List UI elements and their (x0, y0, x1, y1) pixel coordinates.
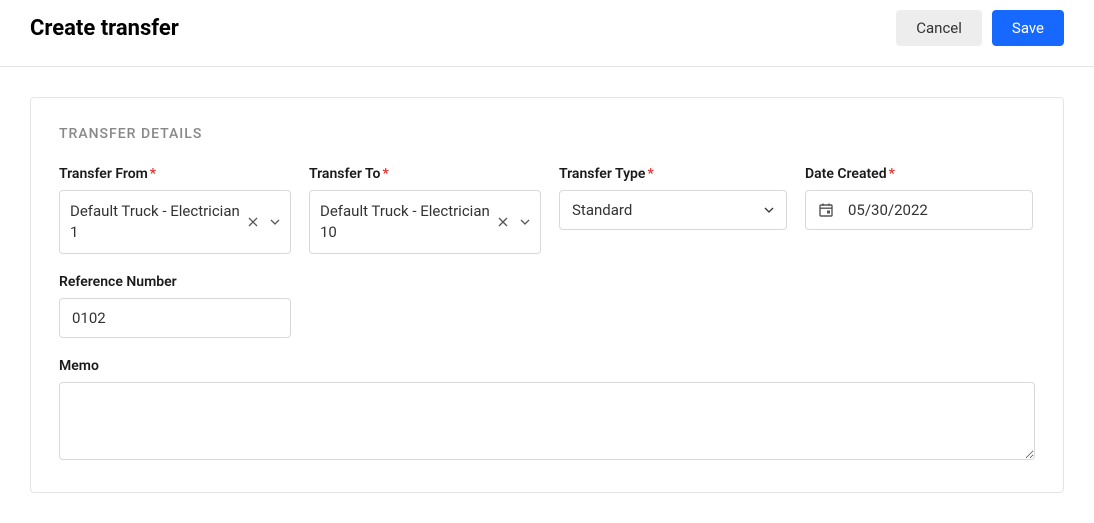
transfer-from-select[interactable]: Default Truck - Electrician 1 (59, 190, 291, 254)
clear-icon[interactable] (248, 217, 258, 227)
required-marker: * (647, 166, 653, 182)
combo-controls (248, 217, 280, 227)
label-text: Transfer From (59, 166, 148, 182)
form-row-1: Transfer From* Default Truck - Electrici… (59, 166, 1035, 254)
memo-label: Memo (59, 358, 1035, 374)
reference-number-label: Reference Number (59, 274, 291, 290)
memo-input[interactable] (59, 382, 1035, 460)
cancel-button[interactable]: Cancel (896, 10, 982, 46)
clear-icon[interactable] (498, 217, 508, 227)
transfer-type-value: Standard (572, 201, 632, 219)
content-area: TRANSFER DETAILS Transfer From* Default … (0, 67, 1094, 523)
transfer-from-label: Transfer From* (59, 166, 291, 182)
transfer-type-group: Transfer Type* Standard (559, 166, 787, 230)
header-actions: Cancel Save (896, 10, 1064, 46)
label-text: Date Created (805, 166, 887, 182)
page-title: Create transfer (30, 16, 179, 41)
form-row-3: Memo (59, 358, 1035, 460)
label-text: Transfer Type (559, 166, 645, 182)
transfer-from-group: Transfer From* Default Truck - Electrici… (59, 166, 291, 254)
required-marker: * (382, 166, 388, 182)
date-created-value: 05/30/2022 (848, 201, 928, 219)
transfer-type-label: Transfer Type* (559, 166, 787, 182)
calendar-icon (818, 202, 834, 218)
transfer-from-value: Default Truck - Electrician 1 (70, 201, 248, 243)
required-marker: * (150, 166, 156, 182)
reference-number-group: Reference Number (59, 274, 291, 338)
reference-number-input[interactable] (59, 298, 291, 338)
page-header: Create transfer Cancel Save (0, 0, 1094, 67)
combo-controls (498, 217, 530, 227)
transfer-to-group: Transfer To* Default Truck - Electrician… (309, 166, 541, 254)
chevron-down-icon (764, 207, 774, 213)
date-created-input[interactable]: 05/30/2022 (805, 190, 1033, 230)
form-row-2: Reference Number (59, 274, 1035, 338)
card-title: TRANSFER DETAILS (59, 126, 1035, 142)
date-created-label: Date Created* (805, 166, 1033, 182)
chevron-down-icon[interactable] (270, 219, 280, 225)
save-button[interactable]: Save (992, 10, 1064, 46)
memo-group: Memo (59, 358, 1035, 460)
transfer-to-label: Transfer To* (309, 166, 541, 182)
transfer-details-card: TRANSFER DETAILS Transfer From* Default … (30, 97, 1064, 493)
chevron-down-icon[interactable] (520, 219, 530, 225)
date-created-group: Date Created* 05/30/2022 (805, 166, 1033, 230)
transfer-to-select[interactable]: Default Truck - Electrician 10 (309, 190, 541, 254)
transfer-to-value: Default Truck - Electrician 10 (320, 201, 498, 243)
required-marker: * (889, 166, 895, 182)
label-text: Transfer To (309, 166, 380, 182)
transfer-type-select[interactable]: Standard (559, 190, 787, 230)
